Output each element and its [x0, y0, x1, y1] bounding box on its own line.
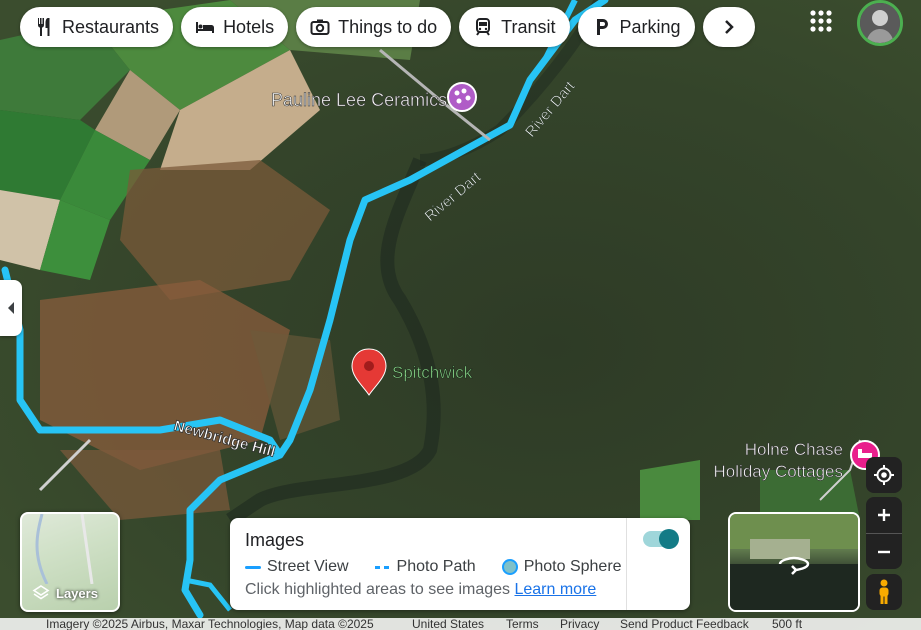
images-toggle[interactable] [643, 529, 679, 549]
place-label-holne-chase-sub[interactable]: Holiday Cottages [713, 462, 843, 482]
chip-transit[interactable]: Transit [459, 7, 570, 47]
zoom-controls [866, 497, 902, 569]
apps-grid-icon[interactable] [806, 6, 836, 36]
footer-country[interactable]: United States [412, 618, 484, 630]
footer-terms[interactable]: Terms [506, 618, 539, 630]
account-avatar[interactable] [857, 0, 903, 46]
place-label-spitchwick[interactable]: Spitchwick [392, 363, 473, 383]
legend-photo-path: Photo Path [396, 558, 476, 575]
chip-parking[interactable]: Parking [577, 7, 695, 47]
pegman-icon [879, 579, 889, 604]
chip-label: Restaurants [62, 16, 160, 37]
crosshair-icon [874, 465, 894, 485]
parking-icon [596, 19, 608, 35]
photo-path-dash-icon [374, 565, 391, 569]
camera-icon [310, 19, 330, 35]
pegman-button[interactable] [866, 574, 902, 610]
footer-privacy[interactable]: Privacy [560, 618, 599, 630]
place-label-holne-chase[interactable]: Holne Chase [744, 440, 843, 460]
street-view-preview [730, 514, 858, 610]
toggle-knob [659, 529, 679, 549]
plus-icon [878, 509, 890, 521]
street-view-line-icon [245, 565, 261, 569]
chip-label: Transit [501, 16, 556, 37]
chip-label: Hotels [223, 16, 275, 37]
category-chips: Restaurants Hotels Things to do Transit … [20, 7, 755, 47]
layers-label-group: Layers [32, 584, 98, 602]
chip-label: Parking [619, 16, 681, 37]
chip-label: Things to do [338, 16, 438, 37]
map-footer: Imagery ©2025 Airbus, Maxar Technologies… [0, 618, 921, 630]
legend-street-view: Street View [267, 558, 349, 575]
scale-label[interactable]: 500 ft [772, 618, 802, 630]
photo-sphere-dot-icon [501, 559, 518, 575]
layers-icon [32, 585, 50, 600]
chips-next-button[interactable] [702, 7, 755, 47]
footer-feedback[interactable]: Send Product Feedback [620, 618, 749, 630]
avatar-photo [860, 3, 900, 43]
chevron-right-icon [724, 20, 734, 34]
legend-photo-sphere: Photo Sphere [523, 558, 622, 575]
images-hint-text: Click highlighted areas to see images [245, 581, 511, 598]
images-panel: Images Street View Photo Path Photo Sphe… [230, 518, 690, 610]
chip-restaurants[interactable]: Restaurants [20, 7, 174, 47]
images-legend: Street View Photo Path Photo Sphere [245, 558, 622, 576]
images-hint: Click highlighted areas to see images Le… [245, 581, 596, 599]
street-view-thumbnail[interactable] [728, 512, 860, 612]
collapse-side-panel-button[interactable] [0, 280, 22, 336]
caret-left-icon [8, 302, 14, 314]
zoom-in-button[interactable] [866, 497, 902, 533]
palette-icon[interactable] [447, 82, 477, 112]
minus-icon [878, 550, 890, 554]
zoom-out-button[interactable] [866, 533, 902, 570]
layers-button[interactable]: Layers [20, 512, 120, 612]
fork-knife-icon [38, 18, 50, 36]
place-label-pauline-lee[interactable]: Pauline Lee Ceramics [271, 90, 448, 111]
my-location-button[interactable] [866, 457, 902, 493]
chip-things-to-do[interactable]: Things to do [296, 7, 452, 47]
layers-label: Layers [56, 585, 98, 601]
chip-hotels[interactable]: Hotels [181, 7, 289, 47]
train-icon [476, 18, 491, 36]
bed-icon [196, 22, 215, 33]
divider [626, 518, 627, 610]
layers-map-preview [35, 514, 94, 585]
imagery-attribution: Imagery ©2025 Airbus, Maxar Technologies… [46, 618, 374, 630]
images-panel-title: Images [245, 530, 305, 550]
learn-more-link[interactable]: Learn more [514, 581, 596, 598]
